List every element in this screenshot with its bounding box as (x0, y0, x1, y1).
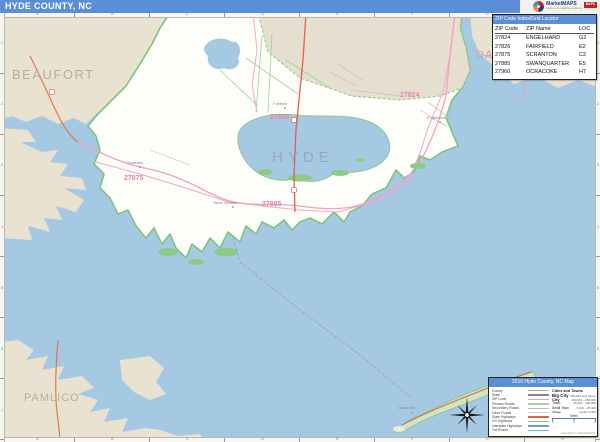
ruler-label: H (561, 438, 564, 442)
legend-cities-towns: Cities and Towns Big City 250,001 and ab… (552, 389, 596, 414)
ruler-label: 4 (1, 226, 3, 230)
grid-ruler-bottom: A B C D E F G H (0, 437, 600, 442)
ruler-label: E (336, 13, 338, 17)
line-swatch (528, 416, 549, 417)
ruler-label: D (261, 438, 264, 442)
zip-label-27885: 27885 (262, 201, 282, 208)
town-label-scranton: Scranton (127, 160, 143, 165)
scale-tick-labels: 0 4 8 (552, 421, 596, 425)
zip-table-header-row: ZIP Code ZIP Name LOC (495, 25, 594, 35)
ruler-label: 0 (552, 421, 554, 425)
zip-table-row: 27875 SCRANTON C2 (495, 51, 594, 60)
logo-badge: MAPS (584, 2, 597, 8)
ruler-label: C (186, 13, 189, 17)
ruler-label: A (36, 438, 38, 442)
line-swatch (528, 408, 549, 409)
ruler-label: 8 (594, 421, 596, 425)
line-swatch (528, 425, 549, 426)
line-swatch (528, 390, 549, 391)
ruler-label: 5 (597, 287, 599, 291)
ruler-label: 2 (597, 103, 599, 107)
zip-label-27875: 27875 (124, 175, 144, 182)
title-bar: HYDE COUNTY, NC (0, 0, 520, 13)
ruler-label: G (486, 438, 489, 442)
county-label-pamlico: PAMLICO (24, 392, 80, 404)
zip-table-body: ZIP Code ZIP Name LOC 27824 ENGELHARD G2… (493, 24, 596, 79)
zip-table-row: 27960 OCRACOKE H7 (495, 68, 594, 77)
col-zip-name: ZIP Name (526, 25, 579, 34)
logo-wordmark: MarketMAPS maps and mapping solutions (546, 2, 582, 10)
legend-title: 2016 Hyde County, NC Map (489, 378, 597, 387)
col-loc: LOC (579, 25, 595, 34)
logo-tagline: maps and mapping solutions (546, 7, 582, 10)
ruler-label: 4 (573, 421, 575, 425)
map-sheet: BEAUFORT PAMLICO DARE HYDE 27824 27826 2… (0, 0, 600, 442)
town-label-ocracoke: Ocracoke (398, 405, 416, 410)
line-swatch (528, 394, 549, 395)
zip-code-index-table: ZIP Code Index/Grid Locator ZIP Code ZIP… (492, 14, 597, 80)
ruler-label: 6 (1, 348, 3, 352)
ruler-label: D (261, 13, 264, 17)
ruler-label: F (411, 438, 413, 442)
scale-unit-label: Miles (552, 414, 596, 418)
ocracoke-sand-tip (393, 426, 405, 432)
map-legend: 2016 Hyde County, NC Map County State ZI… (488, 377, 598, 437)
line-swatch (528, 421, 549, 422)
line-swatch (528, 403, 549, 404)
line-swatch (528, 430, 549, 431)
ruler-label: 3 (1, 164, 3, 168)
zip-table-row: 27826 FAIRFIELD E2 (495, 43, 594, 52)
legend-copyright: Copyright © MarketMAPS (561, 431, 595, 435)
town-label-engelhard: Engelhard (427, 115, 445, 120)
ruler-label: E (336, 438, 338, 442)
logo-pinwheel-icon (533, 1, 544, 12)
legend-body: County State ZIP Code Primary Roads Seco… (489, 387, 597, 436)
zip-table-row: 27824 ENGELHARD G2 (495, 34, 594, 43)
grid-ruler-left: 1 2 3 4 5 6 7 (0, 13, 5, 442)
ruler-label: 4 (597, 226, 599, 230)
silver-lake-harbor (407, 415, 411, 419)
line-swatch (528, 399, 549, 400)
town-label-fairfield: Fairfield (273, 101, 287, 106)
town-label-swanquarter: Swan Quarter (213, 200, 238, 205)
ruler-label: 1 (1, 42, 3, 46)
ruler-label: 5 (1, 287, 3, 291)
zip-table-title: ZIP Code Index/Grid Locator (493, 15, 596, 24)
ruler-label: 6 (597, 348, 599, 352)
ruler-label: 2 (1, 103, 3, 107)
county-label-hyde: HYDE (272, 149, 334, 166)
zip-table-row: 27885 SWANQUARTER E5 (495, 60, 594, 69)
legend-item: Toll Roads (492, 428, 549, 432)
ruler-label: 1 (597, 42, 599, 46)
ruler-label: F (411, 13, 413, 17)
county-label-beaufort: BEAUFORT (12, 67, 95, 82)
compass-rose-icon (447, 395, 487, 435)
zip-label-27824: 27824 (400, 92, 420, 99)
line-swatch (528, 412, 549, 413)
ruler-label: A (36, 13, 38, 17)
ruler-label: B (111, 438, 113, 442)
col-zip-code: ZIP Code (495, 25, 526, 34)
scale-bar: Miles 0 4 8 (552, 414, 596, 425)
ruler-label: B (111, 13, 113, 17)
ruler-label: G (486, 13, 489, 17)
legend-line-types: County State ZIP Code Primary Roads Seco… (492, 389, 549, 433)
map-title: HYDE COUNTY, NC (5, 1, 92, 11)
zip-label-27826: 27826 (270, 114, 290, 121)
cities-header: Cities and Towns (552, 389, 596, 393)
ruler-label: 3 (597, 164, 599, 168)
ruler-label: C (186, 438, 189, 442)
ruler-label: 7 (1, 410, 3, 414)
